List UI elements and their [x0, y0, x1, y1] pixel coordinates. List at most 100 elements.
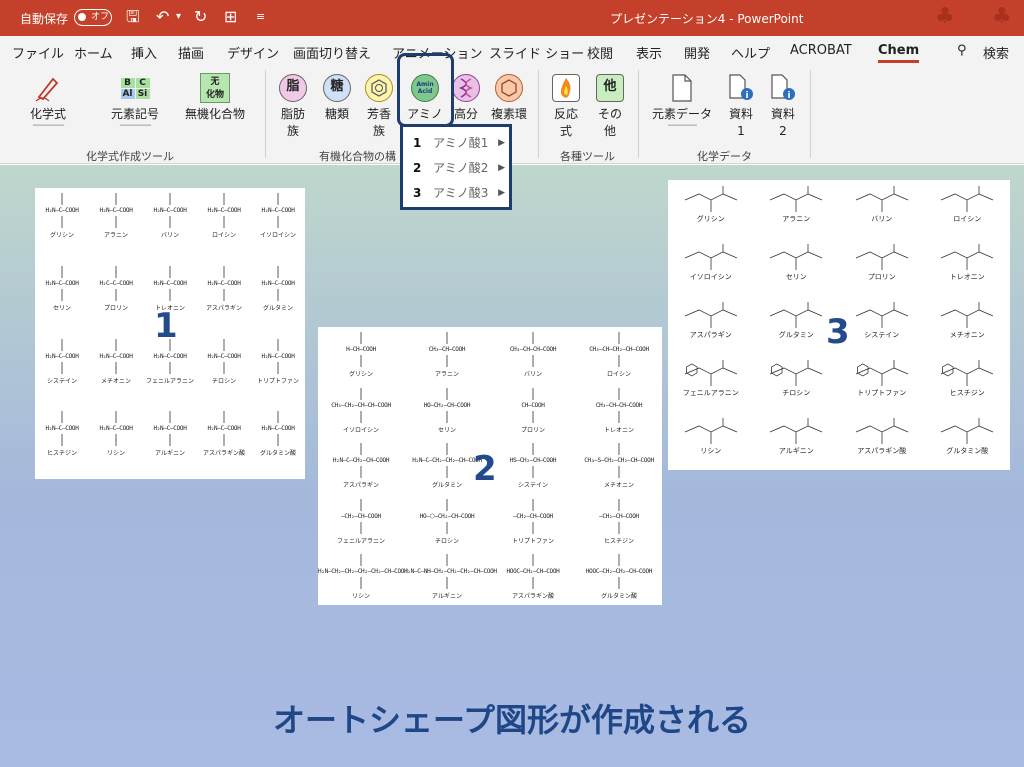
sugar-button[interactable]: 糖 糖類 [318, 72, 356, 121]
amino-acid-structure[interactable]: H₂N—C—COOH アスパラギン酸 [197, 410, 251, 479]
tab-transitions[interactable]: 画面切り替え [293, 43, 371, 62]
aliphatic-button[interactable]: 脂 脂肪 族 [274, 72, 312, 138]
reaction-button[interactable]: 反応 式 [546, 72, 586, 138]
tab-slideshow[interactable]: スライド ショー [489, 43, 584, 62]
amino-acid-structure[interactable]: トレオニン [925, 242, 1011, 296]
amino-acid-structure[interactable]: CH₃—CH—COOH アラニン [404, 331, 490, 383]
tab-insert[interactable]: 挿入 [131, 43, 157, 62]
present-from-start-icon[interactable]: ⊞ [224, 7, 237, 27]
amino-acid-structure[interactable]: フェニルアラニン [668, 358, 754, 412]
amino-acid-structure[interactable]: CH₃—CH—CH—COOH トレオニン [576, 387, 662, 439]
aromatic-button[interactable]: 芳香 族 [360, 72, 398, 138]
amino-acid-structure[interactable]: H₂N—C—COOH システイン [35, 338, 89, 407]
amino-acid-structure[interactable]: H₂N—C—COOH トリプトファン [251, 338, 305, 407]
dropdown-item-amino-1[interactable]: 1 アミノ酸1 ▶ [409, 131, 507, 155]
amino-acid-structure[interactable]: H₂N—C—COOH グルタミン酸 [251, 410, 305, 479]
amino-acid-structure[interactable]: リシン [668, 416, 754, 470]
amino-acid-structure[interactable]: H₂N—C—COOH メチオニン [89, 338, 143, 407]
amino-acid-structure[interactable]: H—CH—COOH グリシン [318, 331, 404, 383]
tab-view[interactable]: 表示 [636, 43, 662, 62]
amino-acid-structure[interactable]: H₂N—C—NH—CH₂—CH₂—CH₂—CH—COOH アルギニン [404, 553, 497, 605]
amino-acid-structure[interactable]: H₂N—C—COOH セリン [35, 265, 89, 334]
amino-acid-structure[interactable]: H₂N—C—COOH ロイシン [197, 192, 251, 261]
redo-icon[interactable]: ↻ [194, 7, 207, 27]
amino-acid-structure[interactable]: アラニン [754, 184, 840, 238]
molecule-drawing [532, 355, 534, 367]
element-data-button[interactable]: 元素データ ----------- [644, 72, 720, 131]
amino-acid-structure[interactable]: HO—CH₂—CH—COOH セリン [404, 387, 490, 439]
autosave-toggle[interactable]: オフ [74, 9, 112, 26]
tab-acrobat[interactable]: ACROBAT [790, 43, 852, 58]
amino-acid-structure[interactable]: アスパラギン [668, 300, 754, 354]
amino-acid-structure[interactable]: H₂C—C—COOH プロリン [89, 265, 143, 334]
amino-acid-structure[interactable]: ヒスチジン [925, 358, 1011, 412]
inorganic-compound-button[interactable]: 无 化物 無機化合物 [180, 72, 250, 121]
search-label[interactable]: 検索 [983, 43, 1009, 62]
amino-acid-structure[interactable]: H₂N—C—COOH アスパラギン [197, 265, 251, 334]
amino-acid-structure[interactable]: —CH₂—CH—COOH ヒスチジン [576, 498, 662, 550]
save-icon[interactable]: 🖫 [126, 7, 140, 27]
other-button[interactable]: 他 その 他 [590, 72, 630, 138]
molecule-drawing [223, 216, 225, 228]
tab-review[interactable]: 校閲 [587, 43, 613, 62]
amino-acid-structure[interactable]: グリシン [668, 184, 754, 238]
amino-acid-name: グルタミン [262, 304, 293, 312]
amino-acid-structure[interactable]: グルタミン酸 [925, 416, 1011, 470]
amino-acid-structure[interactable]: H₂N—C—COOH イソロイシン [251, 192, 305, 261]
dropdown-item-amino-3[interactable]: 3 アミノ酸3 ▶ [409, 181, 507, 205]
amino-acid-structure[interactable]: HS—CH₂—CH—COOH システイン [490, 442, 576, 494]
dropdown-item-amino-2[interactable]: 2 アミノ酸2 ▶ [409, 156, 507, 180]
amino-acid-structure[interactable]: プロリン [839, 242, 925, 296]
amino-acid-structure[interactable]: HOOC—CH₂—CH₂—CH—COOH グルタミン酸 [576, 553, 662, 605]
amino-acid-structure[interactable]: HOOC—CH₂—CH—COOH アスパラギン酸 [490, 553, 576, 605]
amino-acid-structure[interactable]: H₂N—C—COOH フェニルアラニン [143, 338, 197, 407]
amino-acid-structure[interactable]: イソロイシン [668, 242, 754, 296]
tab-draw[interactable]: 描画 [178, 43, 204, 62]
amino-acid-structure[interactable]: HO—⬡—CH₂—CH—COOH チロシン [404, 498, 490, 550]
amino-acid-structure[interactable]: CH₃—CH—CH₂—CH—COOH ロイシン [576, 331, 662, 383]
amino-acid-structure[interactable]: H₂N—C—COOH チロシン [197, 338, 251, 407]
amino-acid-structure[interactable]: システイン [839, 300, 925, 354]
amino-acid-structure[interactable]: トリプトファン [839, 358, 925, 412]
amino-acid-structure[interactable]: CH₃—S—CH₂—CH₂—CH—COOH メチオニン [576, 442, 662, 494]
tab-home[interactable]: ホーム [74, 43, 113, 62]
element-symbol-button[interactable]: B C Al Si 元素記号 ------------ [95, 72, 175, 131]
amino-acid-name: アラニン [782, 215, 811, 223]
amino-acid-structure[interactable]: H₂N—C—COOH グリシン [35, 192, 89, 261]
heterocycle-button[interactable]: 複素環 [487, 72, 531, 121]
amino-acid-structure[interactable]: H₂N—C—COOH アラニン [89, 192, 143, 261]
tab-developer[interactable]: 開発 [684, 43, 710, 62]
amino-acid-structure[interactable]: H₂N—C—COOH ヒスチジン [35, 410, 89, 479]
amino-acid-structure[interactable]: バリン [839, 184, 925, 238]
amino-acid-structure[interactable]: アルギニン [754, 416, 840, 470]
amino-acid-structure[interactable]: H₂N—C—CH₂—CH—COOH アスパラギン [318, 442, 404, 494]
amino-acid-structure[interactable]: アスパラギン酸 [839, 416, 925, 470]
amino-acid-name: フェニルアラニン [336, 537, 385, 545]
amino-acid-structure[interactable]: チロシン [754, 358, 840, 412]
amino-acid-structure[interactable]: メチオニン [925, 300, 1011, 354]
amino-acid-structure[interactable]: —CH₂—CH—COOH フェニルアラニン [318, 498, 404, 550]
tab-chem[interactable]: Chem [878, 43, 920, 63]
tab-file[interactable]: ファイル [12, 43, 64, 62]
amino-acid-structure[interactable]: セリン [754, 242, 840, 296]
undo-dropdown-icon[interactable]: ▾ [176, 7, 181, 27]
amino-acid-structure[interactable]: H₂N—C—COOH リシン [89, 410, 143, 479]
undo-icon[interactable]: ↶ [156, 7, 169, 27]
search-icon[interactable]: ⚲ [957, 43, 967, 58]
amino-acid-structure[interactable]: H₂N—C—COOH バリン [143, 192, 197, 261]
amino-acid-structure[interactable]: CH—COOH プロリン [490, 387, 576, 439]
amino-acid-structure[interactable]: H₂N—C—COOH アルギニン [143, 410, 197, 479]
material-2-button[interactable]: i 資料 2 [766, 72, 800, 138]
amino-acid-structure[interactable]: —CH₂—CH—COOH トリプトファン [490, 498, 576, 550]
amino-acid-structure[interactable]: CH₃—CH₂—CH—CH—COOH イソロイシン [318, 387, 404, 439]
polymer-button[interactable]: 高分 [450, 72, 482, 121]
amino-acid-structure[interactable]: H₂N—CH₂—CH₂—CH₂—CH₂—CH—COOH リシン [318, 553, 408, 605]
amino-acid-structure[interactable]: H₂N—C—COOH グルタミン [251, 265, 305, 334]
chemical-formula-button[interactable]: 化学式 ------------ [8, 72, 88, 131]
tab-design[interactable]: デザイン [227, 43, 279, 62]
amino-acid-structure[interactable]: ロイシン [925, 184, 1011, 238]
tab-help[interactable]: ヘルプ [731, 43, 770, 62]
amino-acid-structure[interactable]: CH₃—CH—CH—COOH バリン [490, 331, 576, 383]
material-1-button[interactable]: i 資料 1 [724, 72, 758, 138]
customize-toolbar-icon[interactable]: ≡ [256, 7, 265, 27]
